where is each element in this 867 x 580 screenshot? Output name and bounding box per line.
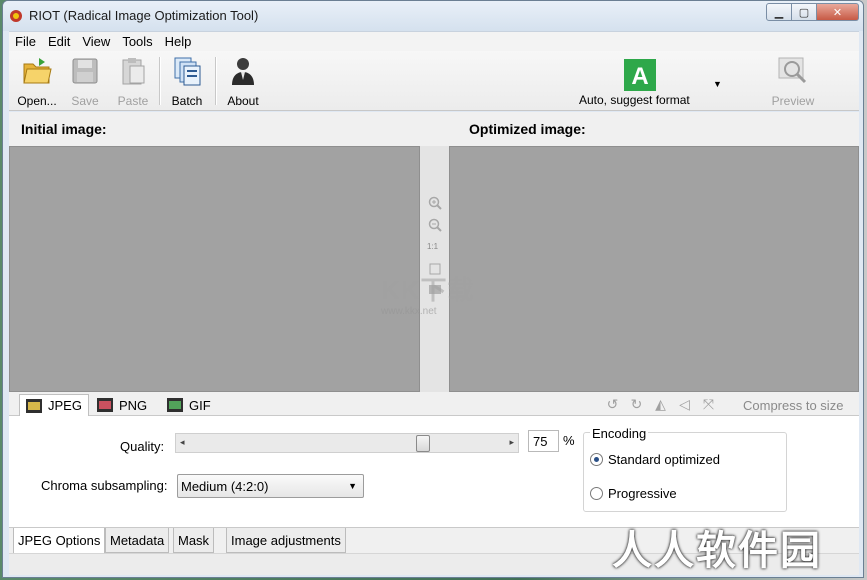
title-bar: RIOT (Radical Image Optimization Tool) ▁…	[3, 1, 863, 31]
rotate-left-icon[interactable]: ↺	[605, 397, 620, 412]
jpeg-file-icon	[26, 398, 42, 413]
about-label: About	[227, 94, 259, 108]
open-button[interactable]: Open...	[11, 55, 63, 108]
menu-edit[interactable]: Edit	[42, 34, 76, 49]
encoding-standard-label: Standard optimized	[608, 452, 721, 467]
format-tabs: JPEG PNG GIF ↺ ↻ ◭ ◁ ⤧ Compress to size	[9, 392, 859, 416]
chroma-subsampling-select[interactable]: Medium (4:2:0) ▼	[177, 474, 364, 498]
flip-horizontal-icon[interactable]: ◭	[653, 397, 668, 412]
tab-mask-label: Mask	[178, 533, 210, 548]
preview-magnifier-icon	[778, 57, 807, 84]
tab-image-adjustments[interactable]: Image adjustments	[226, 528, 346, 553]
minimize-button[interactable]: ▁	[766, 3, 792, 21]
resize-icon[interactable]: ⤧	[701, 397, 716, 412]
quality-unit: %	[563, 433, 575, 448]
kk-watermark: KK下载	[381, 275, 475, 305]
tab-jpeg-options[interactable]: JPEG Options	[13, 528, 106, 554]
save-label: Save	[71, 94, 99, 108]
preview-button[interactable]: Preview	[767, 55, 819, 108]
window-title: RIOT (Radical Image Optimization Tool)	[29, 8, 259, 23]
format-label: Auto, suggest format	[579, 93, 690, 107]
tab-metadata[interactable]: Metadata	[105, 528, 170, 553]
image-area: 1:1 KK下载 www.kkx.net	[9, 146, 859, 392]
toolbar-separator	[215, 57, 216, 105]
app-window: RIOT (Radical Image Optimization Tool) ▁…	[2, 0, 864, 578]
menu-help[interactable]: Help	[159, 34, 198, 49]
save-disk-icon	[72, 58, 98, 84]
format-letter: A	[631, 63, 648, 90]
encoding-standard-option[interactable]: Standard optimized	[590, 452, 720, 467]
flip-vertical-icon[interactable]: ◁	[677, 397, 692, 412]
chroma-subsampling-label: Chroma subsampling:	[41, 478, 168, 493]
close-icon: ✕	[832, 6, 843, 19]
chroma-subsampling-value: Medium (4:2:0)	[181, 479, 269, 494]
paste-button[interactable]: Paste	[107, 55, 159, 108]
quality-input[interactable]: 75	[528, 430, 559, 452]
tab-png[interactable]: PNG	[91, 394, 153, 416]
slider-left-arrow-icon[interactable]: ◂	[180, 437, 185, 448]
quality-slider-thumb[interactable]	[415, 435, 430, 452]
maximize-button[interactable]: ▢	[792, 3, 817, 21]
slider-right-arrow-icon[interactable]: ▸	[509, 437, 514, 448]
riot-app-icon	[10, 10, 22, 22]
png-file-icon	[97, 398, 113, 412]
encoding-progressive-label: Progressive	[608, 486, 677, 501]
tab-jpeg-label: JPEG	[48, 398, 82, 413]
tab-metadata-label: Metadata	[110, 533, 165, 548]
batch-label: Batch	[171, 94, 203, 108]
zoom-actual-size[interactable]: 1:1	[427, 242, 438, 251]
open-label: Open...	[17, 94, 57, 108]
menu-tools[interactable]: Tools	[116, 34, 158, 49]
quality-label: Quality:	[120, 439, 165, 454]
encoding-group: Encoding Standard optimized Progressive	[583, 426, 787, 512]
about-person-icon	[232, 58, 254, 85]
corner-watermark: 人人软件园	[612, 529, 822, 573]
panels-header: Initial image: Optimized image:	[9, 112, 859, 146]
tab-mask[interactable]: Mask	[173, 528, 215, 553]
quality-slider[interactable]: ◂ ▸	[175, 433, 519, 453]
close-button[interactable]: ✕	[817, 3, 859, 21]
format-dropdown-arrow-icon[interactable]: ▼	[713, 79, 722, 89]
tab-image-adjustments-label: Image adjustments	[231, 533, 341, 548]
jpeg-options-panel: Quality: ◂ ▸ 75 % Chroma subsampling: Me…	[9, 416, 859, 527]
tab-gif[interactable]: GIF	[161, 394, 217, 416]
batch-button[interactable]: Batch	[161, 55, 213, 108]
zoom-in-icon[interactable]	[428, 196, 442, 210]
rotate-right-icon[interactable]: ↻	[629, 397, 644, 412]
preview-label: Preview	[771, 94, 815, 108]
encoding-legend: Encoding	[590, 426, 649, 441]
zoom-controls-strip: 1:1	[420, 146, 450, 392]
optimized-image-heading: Optimized image:	[469, 121, 586, 137]
tab-gif-label: GIF	[189, 397, 211, 413]
radio-standard[interactable]	[590, 453, 603, 466]
initial-image-pane[interactable]	[9, 146, 420, 392]
initial-image-heading: Initial image:	[21, 121, 107, 137]
menu-file[interactable]: File	[9, 34, 42, 49]
zoom-out-icon[interactable]	[428, 218, 442, 232]
auto-format-icon: A	[624, 59, 656, 91]
encoding-progressive-option[interactable]: Progressive	[590, 486, 677, 501]
kk-watermark-url: www.kkx.net	[381, 306, 437, 317]
optimized-image-pane[interactable]	[449, 146, 859, 392]
paste-clipboard-icon	[122, 58, 145, 85]
gif-file-icon	[167, 398, 183, 412]
menu-view[interactable]: View	[76, 34, 116, 49]
chevron-down-icon: ▼	[348, 481, 357, 491]
tab-png-label: PNG	[119, 397, 148, 413]
tab-jpeg[interactable]: JPEG	[19, 394, 89, 416]
tab-jpeg-options-label: JPEG Options	[18, 533, 101, 548]
menu-bar: File Edit View Tools Help	[9, 31, 859, 51]
paste-label: Paste	[117, 94, 149, 108]
open-folder-icon	[23, 58, 52, 84]
minimize-icon: ▁	[774, 6, 784, 19]
radio-progressive[interactable]	[590, 487, 603, 500]
maximize-icon: ▢	[798, 6, 810, 19]
toolbar: Open... Save Paste Batch About A ▼ Auto,…	[9, 51, 859, 111]
format-selector[interactable]: A ▼ Auto, suggest format	[569, 55, 729, 107]
batch-documents-icon	[174, 57, 201, 86]
toolbar-separator	[159, 57, 160, 105]
save-button[interactable]: Save	[59, 55, 111, 108]
compress-to-size-button[interactable]: Compress to size	[743, 398, 843, 413]
about-button[interactable]: About	[217, 55, 269, 108]
